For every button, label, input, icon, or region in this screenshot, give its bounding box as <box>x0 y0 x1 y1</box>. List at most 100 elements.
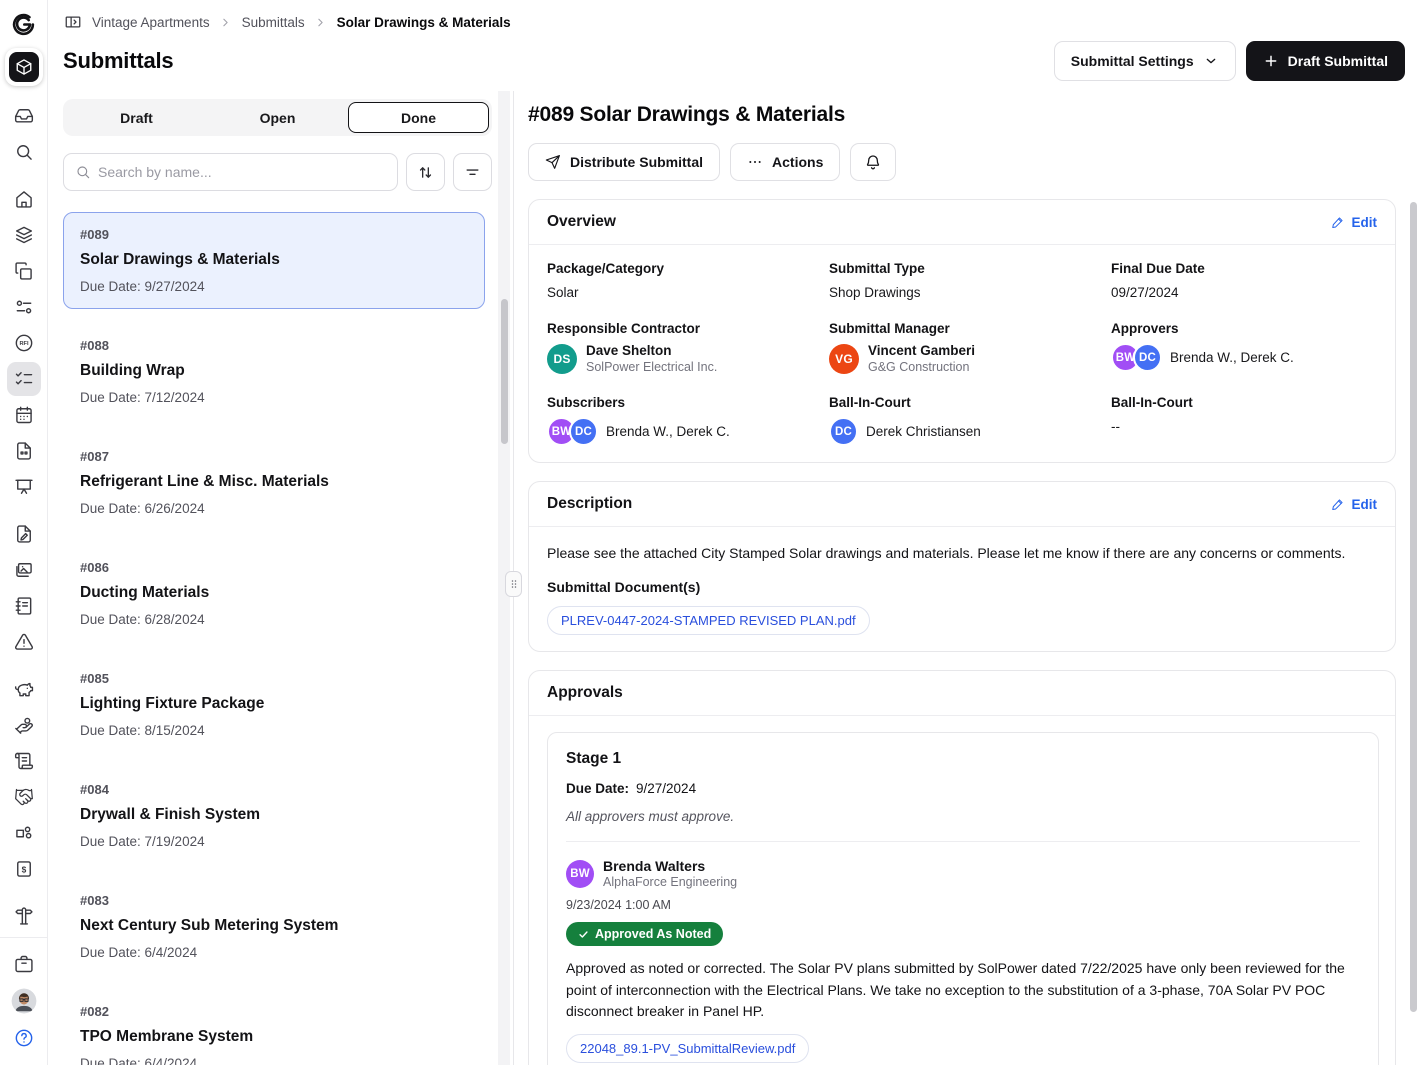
sidebar-icon-briefcase[interactable] <box>7 947 41 981</box>
sidebar-icon-checklist[interactable] <box>7 362 41 396</box>
search-box <box>63 153 398 191</box>
sidebar-icon-copy[interactable] <box>7 254 41 288</box>
breadcrumb-section[interactable]: Submittals <box>242 15 305 30</box>
submittal-list-item[interactable]: #085Lighting Fixture PackageDue Date: 8/… <box>63 656 485 753</box>
tab-open[interactable]: Open <box>207 102 348 133</box>
sidebar-icon-rfi[interactable]: RFI <box>7 326 41 360</box>
description-card-header: Description Edit <box>529 482 1395 527</box>
field-label: Submittal Manager <box>829 321 1095 336</box>
approvals-card: Approvals Stage 1 Due Date:9/27/2024 All… <box>528 670 1396 1065</box>
attachment-link[interactable]: PLREV-0447-2024-STAMPED REVISED PLAN.pdf <box>547 606 870 635</box>
sidebar-icon-images[interactable] <box>7 553 41 587</box>
overview-field: SubscribersBWDCBrenda W., Derek C. <box>547 395 813 446</box>
overview-card: Overview Edit Package/Category Solar Submi… <box>528 199 1396 463</box>
brand-logo-icon[interactable] <box>9 9 39 39</box>
field-label: Final Due Date <box>1111 261 1377 276</box>
sidebar-icon-file-grid[interactable] <box>7 434 41 468</box>
submittal-list-item[interactable]: #082TPO Membrane SystemDue Date: 6/4/202… <box>63 989 485 1065</box>
submittal-list-item[interactable]: #084Drywall & Finish SystemDue Date: 7/1… <box>63 767 485 864</box>
svg-text:RFI: RFI <box>19 341 29 347</box>
detail-scrollbar-thumb[interactable] <box>1410 202 1417 1012</box>
project-app-button[interactable] <box>5 48 43 86</box>
search-input[interactable] <box>98 164 386 180</box>
submittal-number: #083 <box>80 893 468 908</box>
person-company: SolPower Electrical Inc. <box>586 360 717 374</box>
panel-resize-handle[interactable] <box>505 571 522 597</box>
sidebar-icon-scroll-text[interactable] <box>7 744 41 778</box>
draft-submittal-button[interactable]: Draft Submittal <box>1246 41 1405 81</box>
sidebar-icon-layers[interactable] <box>7 218 41 252</box>
submittal-list-item[interactable]: #086Ducting MaterialsDue Date: 6/28/2024 <box>63 545 485 642</box>
submittal-due-date: Due Date: 6/4/2024 <box>80 945 468 960</box>
sidebar-icon-piggy-bank[interactable] <box>7 672 41 706</box>
field-value: Brenda W., Derek C. <box>1170 350 1294 365</box>
submittal-due-date: Due Date: 6/26/2024 <box>80 501 468 516</box>
edit-label: Edit <box>1352 215 1378 230</box>
submittal-list-item[interactable]: #089Solar Drawings & MaterialsDue Date: … <box>63 212 485 309</box>
description-edit-button[interactable]: Edit <box>1331 497 1378 512</box>
notifications-button[interactable] <box>850 143 896 181</box>
chevron-right-icon <box>314 15 328 29</box>
avatar: BW <box>566 860 594 888</box>
sidebar-icon-warning[interactable] <box>7 625 41 659</box>
submittal-list-item[interactable]: #088Building WrapDue Date: 7/12/2024 <box>63 323 485 420</box>
ellipsis-icon <box>747 154 763 170</box>
submittal-settings-button[interactable]: Submittal Settings <box>1054 41 1236 81</box>
stage-due: Due Date:9/27/2024 <box>566 781 1360 796</box>
approvals-title: Approvals <box>547 684 623 702</box>
submittal-number: #085 <box>80 671 468 686</box>
filter-button[interactable] <box>453 153 492 191</box>
sidebar-icon-invoice[interactable]: $ <box>7 852 41 886</box>
description-card: Description Edit Please see the attached… <box>528 481 1396 652</box>
panel-toggle-icon[interactable] <box>63 12 83 32</box>
field-label: Ball-In-Court <box>829 395 1095 410</box>
field-value: Solar <box>547 285 813 300</box>
help-icon[interactable] <box>7 1021 41 1055</box>
sidebar-icon-coins[interactable] <box>7 816 41 850</box>
field-label: Submittal Type <box>829 261 1095 276</box>
status-tabs: DraftOpenDone <box>63 99 492 136</box>
user-avatar[interactable] <box>7 984 41 1018</box>
submittal-due-date: Due Date: 7/12/2024 <box>80 390 468 405</box>
submittal-number: #087 <box>80 449 468 464</box>
sidebar-bottom <box>0 937 47 1055</box>
overview-title: Overview <box>547 213 616 231</box>
description-body: Please see the attached City Stamped Sol… <box>529 527 1395 651</box>
title-row: Submittals Submittal Settings Draft Subm… <box>48 34 1420 91</box>
sidebar-icon-home[interactable] <box>7 182 41 216</box>
person-name: Vincent Gamberi <box>868 343 975 358</box>
actions-button[interactable]: Actions <box>730 143 840 181</box>
attachment-link[interactable]: 22048_89.1-PV_SubmittalReview.pdf <box>566 1034 809 1063</box>
breadcrumb-project[interactable]: Vintage Apartments <box>92 15 210 30</box>
overview-edit-button[interactable]: Edit <box>1331 215 1378 230</box>
sidebar-icon-hand-coins[interactable] <box>7 708 41 742</box>
pen-icon <box>1331 497 1345 511</box>
overview-grid: Package/CategorySolarSubmittal TypeShop … <box>529 245 1395 462</box>
sidebar-icon-file-pen[interactable] <box>7 517 41 551</box>
submittal-list-item[interactable]: #083Next Century Sub Metering SystemDue … <box>63 878 485 975</box>
page-title: Submittals <box>63 48 173 74</box>
submittal-number: #089 <box>80 227 468 242</box>
submittal-number: #086 <box>80 560 468 575</box>
submittal-title: Drywall & Finish System <box>80 806 468 824</box>
sidebar-icon-workflow[interactable] <box>7 290 41 324</box>
list-scrollbar-thumb[interactable] <box>501 299 508 444</box>
sort-button[interactable] <box>406 153 445 191</box>
sidebar-icon-search[interactable] <box>7 135 41 169</box>
sidebar-icon-inbox[interactable] <box>7 99 41 133</box>
avatar: VG <box>829 344 859 374</box>
tab-done[interactable]: Done <box>348 102 489 133</box>
status-badge: Approved As Noted <box>566 922 723 946</box>
sidebar-icon-presentation[interactable] <box>7 470 41 504</box>
divider <box>566 841 1360 842</box>
sidebar-icon-signpost[interactable] <box>7 899 41 933</box>
submittal-list-item[interactable]: #087Refrigerant Line & Misc. MaterialsDu… <box>63 434 485 531</box>
field-label: Package/Category <box>547 261 813 276</box>
sidebar-icon-handshake[interactable] <box>7 780 41 814</box>
detail-scrollbar[interactable] <box>1409 91 1417 1065</box>
distribute-submittal-button[interactable]: Distribute Submittal <box>528 143 720 181</box>
tab-draft[interactable]: Draft <box>66 102 207 133</box>
sidebar-icon-notebook[interactable] <box>7 589 41 623</box>
detail-title: #089 Solar Drawings & Materials <box>528 103 1396 127</box>
sidebar-icon-calendar[interactable] <box>7 398 41 432</box>
